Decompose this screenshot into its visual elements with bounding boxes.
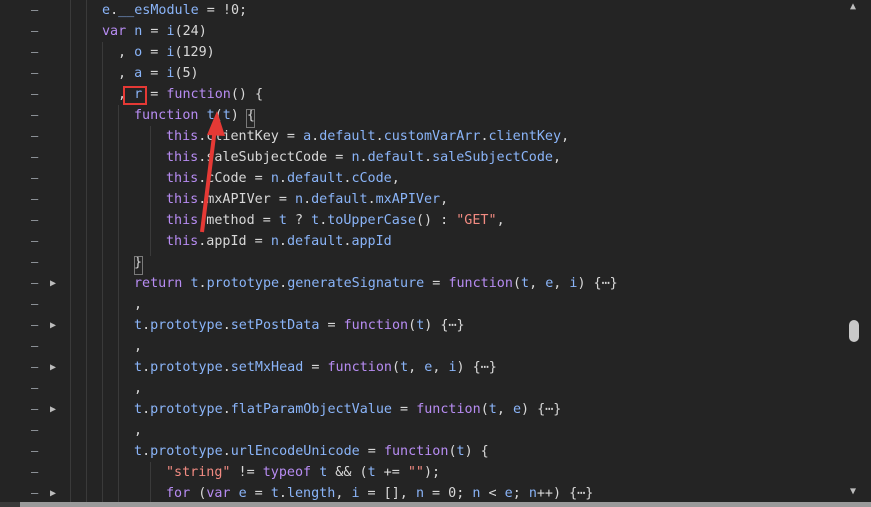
scroll-down-icon[interactable]: ▼ bbox=[850, 486, 856, 497]
scrollbar-thumb[interactable] bbox=[849, 320, 859, 342]
horizontal-scrollbar-track bbox=[0, 502, 20, 507]
horizontal-scrollbar[interactable] bbox=[0, 502, 871, 507]
scroll-up-icon[interactable]: ▲ bbox=[850, 1, 856, 12]
annotation-arrow-icon bbox=[200, 111, 225, 233]
vertical-scrollbar[interactable] bbox=[844, 0, 871, 502]
